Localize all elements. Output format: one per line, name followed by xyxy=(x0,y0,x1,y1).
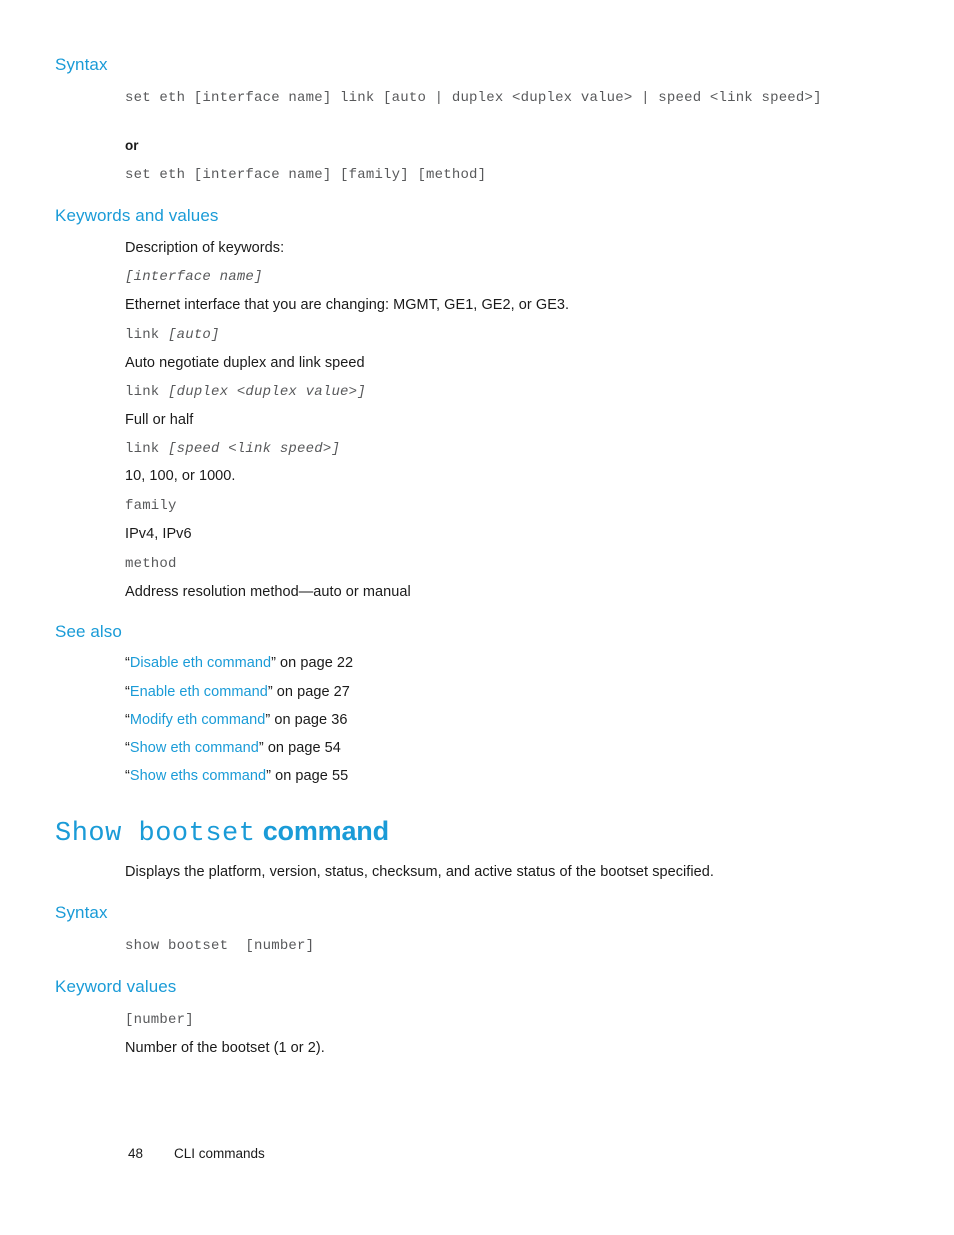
footer-chapter-title: CLI commands xyxy=(174,1146,265,1161)
see-also-reference: “Show eth command” on page 54 xyxy=(125,740,341,756)
keyword-term-italic: [duplex <duplex value>] xyxy=(168,384,366,400)
keyword-description: Full or half xyxy=(125,412,194,428)
keyword-term: link [speed <link speed>] xyxy=(125,439,340,459)
keyword-description-number: Number of the bootset (1 or 2). xyxy=(125,1040,325,1056)
keyword-term-italic: [auto] xyxy=(168,327,220,343)
heading-keywords-and-values: Keywords and values xyxy=(55,206,219,225)
keyword-term: link [auto] xyxy=(125,325,220,345)
keyword-description: IPv4, IPv6 xyxy=(125,526,192,542)
keyword-term-italic: [interface name] xyxy=(125,269,263,285)
xref-link-show-eths-command[interactable]: Show eths command xyxy=(130,768,266,784)
see-also-reference: “Enable eth command” on page 27 xyxy=(125,684,350,700)
xref-link-disable-eth-command[interactable]: Disable eth command xyxy=(130,655,271,671)
xref-page-suffix: on page 27 xyxy=(272,684,350,700)
heading-syntax-show-bootset: Syntax xyxy=(55,903,108,922)
xref-link-modify-eth-command[interactable]: Modify eth command xyxy=(130,712,266,728)
document-page: Syntax set eth [interface name] link [au… xyxy=(0,0,954,1235)
page-title-show-bootset-command: Show bootset command xyxy=(55,816,389,849)
code-syntax-set-eth-family: set eth [interface name] [family] [metho… xyxy=(125,167,487,183)
keyword-term-roman: method xyxy=(125,556,177,572)
syntax-connector-or: or xyxy=(125,138,139,153)
xref-page-suffix: on page 54 xyxy=(263,740,341,756)
see-also-reference: “Show eths command” on page 55 xyxy=(125,768,348,784)
command-title-mono: Show bootset xyxy=(55,819,256,849)
code-syntax-show-bootset: show bootset [number] xyxy=(125,938,315,954)
keyword-term: family xyxy=(125,496,177,516)
keyword-description: Address resolution method—auto or manual xyxy=(125,584,411,600)
keyword-term: link [duplex <duplex value>] xyxy=(125,382,366,402)
keyword-description: Auto negotiate duplex and link speed xyxy=(125,355,365,371)
keyword-term: [interface name] xyxy=(125,267,263,287)
keyword-term-italic: [speed <link speed>] xyxy=(168,441,341,457)
xref-link-enable-eth-command[interactable]: Enable eth command xyxy=(130,684,268,700)
show-bootset-intro: Displays the platform, version, status, … xyxy=(125,864,714,880)
code-syntax-set-eth-link: set eth [interface name] link [auto | du… xyxy=(125,90,822,106)
keyword-term-roman: family xyxy=(125,498,177,514)
command-title-word: command xyxy=(255,816,389,846)
heading-syntax-set-eth: Syntax xyxy=(55,55,108,74)
keyword-term-roman: link xyxy=(125,441,169,457)
keyword-description: Ethernet interface that you are changing… xyxy=(125,297,570,313)
page-number: 48 xyxy=(128,1146,144,1161)
xref-page-suffix: on page 22 xyxy=(275,655,354,671)
heading-see-also: See also xyxy=(55,622,122,641)
keyword-term-roman: link xyxy=(125,327,169,343)
keyword-term-roman: link xyxy=(125,384,169,400)
xref-page-suffix: on page 36 xyxy=(270,712,348,728)
see-also-reference: “Modify eth command” on page 36 xyxy=(125,712,347,728)
keyword-term-number: [number] xyxy=(125,1012,194,1028)
keywords-intro: Description of keywords: xyxy=(125,240,285,256)
xref-page-suffix: on page 55 xyxy=(271,768,349,784)
page-footer: 48 CLI commands xyxy=(128,1146,265,1235)
heading-keyword-values: Keyword values xyxy=(55,977,177,996)
keyword-description: 10, 100, or 1000. xyxy=(125,468,236,484)
xref-link-show-eth-command[interactable]: Show eth command xyxy=(130,740,259,756)
see-also-reference: “Disable eth command” on page 22 xyxy=(125,655,353,671)
keyword-term: method xyxy=(125,554,177,574)
